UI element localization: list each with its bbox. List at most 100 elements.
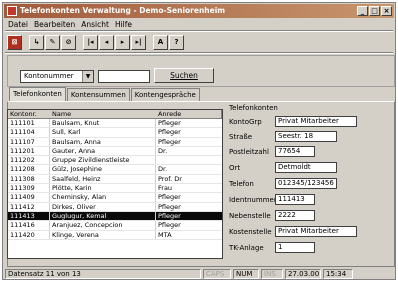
prev-icon[interactable]: ◂ (99, 34, 114, 50)
field-label: Straße (229, 133, 253, 141)
cell-kontonr: 111104 (8, 128, 50, 137)
cell-kontonr: 111201 (8, 146, 50, 156)
cell-kontonr: 111308 (8, 174, 50, 184)
last-icon[interactable]: ▸| (131, 34, 146, 50)
cell-kontonr: 111202 (8, 156, 50, 165)
delete-icon[interactable]: ⊘ (61, 34, 76, 50)
first-icon[interactable]: |◂ (83, 34, 98, 50)
table-row[interactable]: 111201 Gauter, Anna Dr. (8, 146, 222, 157)
field-label: Kostenstelle (229, 228, 272, 236)
tab-telefonkonten[interactable]: Telefonkonten (9, 87, 66, 101)
field-row: Postleitzahl 77654 (229, 146, 393, 158)
record-status: Datensatz 11 von 13 (5, 269, 201, 279)
search-field-select[interactable]: Kontonummer ▼ (20, 70, 94, 83)
menu-ansicht[interactable]: Ansicht (81, 19, 109, 30)
table-row[interactable]: 111309 Plötte, Karin Frau (8, 184, 222, 194)
field-input[interactable]: Privat Mitarbeiter (275, 226, 357, 237)
cell-name: Baulsam, Knut (50, 119, 156, 128)
column-header-name[interactable]: Name (50, 110, 156, 118)
minimize-button[interactable]: _ (357, 6, 368, 16)
field-label: Nebenstelle (229, 212, 271, 220)
exit-icon[interactable]: ⊠ (7, 34, 22, 50)
table-row[interactable]: 111409 Cheminsky, Alan Pfleger (8, 193, 222, 203)
menu-bearbeiten[interactable]: Bearbeiten (34, 19, 75, 30)
field-input[interactable]: 77654 (275, 146, 315, 157)
num-indicator: NUM (233, 269, 259, 279)
field-input[interactable]: Seestr. 18 (275, 131, 337, 142)
cell-name: Gauter, Anna (50, 146, 156, 156)
edit-icon[interactable]: ✎ (45, 34, 60, 50)
field-label: Telefon (229, 180, 254, 188)
ins-indicator: INS (261, 269, 283, 279)
app-icon (7, 6, 17, 16)
search-area: Kontonummer ▼ Suchen (7, 55, 395, 87)
close-button[interactable]: × (381, 6, 392, 16)
cell-anrede: Pfleger (158, 221, 181, 230)
search-button[interactable]: Suchen (154, 68, 214, 83)
field-label: TK-Anlage (229, 244, 264, 252)
app-window: Telefonkonten Verwaltung - Demo-Senioren… (2, 2, 396, 280)
next-icon[interactable]: ▸ (115, 34, 130, 50)
sign-icon[interactable]: A (153, 34, 168, 50)
caps-indicator: CAPS (203, 269, 231, 279)
field-label: Postleitzahl (229, 148, 269, 156)
cell-kontonr: 111208 (8, 165, 50, 174)
field-row: TK-Anlage 1 (229, 242, 393, 254)
table-row[interactable]: 111308 Saalfeld, Heinz Prof. Dr (8, 174, 222, 185)
chevron-down-icon[interactable]: ▼ (82, 71, 93, 82)
cell-anrede: Pfleger (158, 193, 181, 202)
divider (5, 52, 393, 54)
cell-name: Guglugur, Kemal (50, 211, 156, 221)
cell-anrede: Pfleger (158, 202, 181, 211)
field-input[interactable]: 012345/123456 (275, 178, 337, 189)
status-date: 27.03.00 (285, 269, 321, 279)
field-input[interactable]: 2222 (275, 210, 315, 221)
field-row: Nebenstelle 2222 (229, 210, 393, 222)
cell-name: Gruppe Zivildienstleiste (50, 156, 156, 165)
search-input[interactable] (98, 70, 150, 83)
new-icon[interactable]: ↳ (29, 34, 44, 50)
field-row: Straße Seestr. 18 (229, 131, 393, 143)
menu-hilfe[interactable]: Hilfe (115, 19, 132, 30)
cell-anrede: Prof. Dr (158, 174, 182, 183)
cell-anrede: Pfleger (158, 211, 181, 220)
cell-anrede: Pfleger (158, 128, 181, 137)
title-bar[interactable]: Telefonkonten Verwaltung - Demo-Senioren… (4, 4, 394, 18)
cell-kontonr: 111413 (8, 211, 50, 221)
table-row[interactable]: 111202 Gruppe Zivildienstleiste (8, 156, 222, 166)
table-row[interactable]: 111420 Klinge, Verena MTA (8, 230, 222, 240)
cell-name: Sull, Karl (50, 128, 156, 137)
cell-kontonr: 111409 (8, 193, 50, 202)
table-row[interactable]: 111104 Sull, Karl Pfleger (8, 128, 222, 138)
tab-kontengespraeche[interactable]: Kontengespräche (130, 88, 200, 101)
column-header-kontonr[interactable]: Kontonr. (8, 110, 50, 118)
cell-anrede (156, 156, 222, 164)
field-row: Kostenstelle Privat Mitarbeiter (229, 226, 393, 238)
menu-datei[interactable]: Datei (8, 19, 28, 30)
cell-name: Aranjuez, Concepcion (50, 221, 156, 230)
window-title: Telefonkonten Verwaltung - Demo-Senioren… (20, 6, 226, 15)
cell-anrede: MTA (158, 230, 172, 239)
column-header-anrede[interactable]: Anrede (156, 110, 222, 118)
cell-anrede: Pfleger (158, 137, 181, 146)
table-body: 111101 Baulsam, Knut Pfleger 111104 Sull, Ka… (8, 119, 222, 240)
table-row[interactable]: 111107 Baulsam, Anna Pfleger (8, 137, 222, 147)
field-input[interactable]: Privat Mitarbeiter (275, 116, 357, 127)
cell-name: Cheminsky, Alan (50, 193, 156, 202)
cell-name: Saalfeld, Heinz (50, 174, 156, 184)
table-row[interactable]: 111208 Gülz, Josephine Dr. (8, 165, 222, 175)
field-label: KontoGrp (229, 118, 262, 126)
field-input[interactable]: Detmoldt (275, 162, 337, 173)
table-row[interactable]: 111413 Guglugur, Kemal Pfleger (8, 211, 222, 222)
tab-kontensummen[interactable]: Kontensummen (66, 88, 130, 101)
maximize-button[interactable]: □ (369, 6, 380, 16)
cell-name: Dirkes, Oliver (50, 202, 156, 211)
field-row: KontoGrp Privat Mitarbeiter (229, 116, 393, 128)
cell-anrede: Dr. (158, 146, 168, 155)
field-input[interactable]: 111413 (275, 194, 315, 205)
field-input[interactable]: 1 (275, 242, 315, 253)
table-row[interactable]: 111412 Dirkes, Oliver Pfleger (8, 202, 222, 212)
help-icon[interactable]: ? (169, 34, 184, 50)
table-row[interactable]: 111101 Baulsam, Knut Pfleger (8, 119, 222, 129)
table-row[interactable]: 111416 Aranjuez, Concepcion Pfleger (8, 221, 222, 231)
